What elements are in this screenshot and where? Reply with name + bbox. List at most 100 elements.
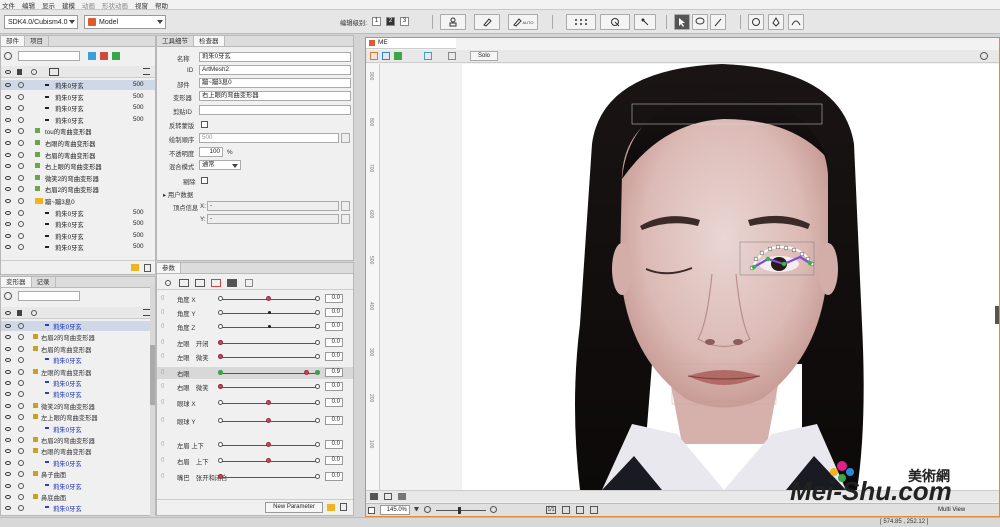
brush-tool-button[interactable] bbox=[710, 14, 726, 30]
name-field[interactable]: 莉朱0牙玄 bbox=[199, 52, 351, 62]
deformer-visibility-icon[interactable] bbox=[5, 392, 11, 397]
deformer-row-record-icon[interactable] bbox=[18, 402, 24, 409]
slider-max-key[interactable] bbox=[315, 442, 320, 447]
slider-max-key[interactable] bbox=[315, 458, 320, 463]
visibility-eye-icon[interactable] bbox=[5, 164, 11, 169]
slider-min-key[interactable] bbox=[218, 400, 223, 405]
id-field[interactable]: ArtMesh2 bbox=[199, 65, 351, 75]
slider-knob[interactable] bbox=[266, 458, 271, 463]
param-record-icon[interactable] bbox=[165, 280, 171, 286]
slider-max-key[interactable] bbox=[315, 400, 320, 405]
deformer-row-record-icon[interactable] bbox=[18, 505, 24, 512]
menu-help[interactable]: 帮助 bbox=[155, 0, 168, 10]
parts-row[interactable]: 莉朱0牙玄 500 bbox=[1, 219, 155, 229]
row-record-icon[interactable] bbox=[18, 244, 24, 251]
parameter-row[interactable]: () 右眼 微笑 0.0 bbox=[157, 381, 353, 393]
parts-row[interactable]: 右眉2的弯曲变形器 bbox=[1, 184, 155, 194]
param-trash-icon[interactable] bbox=[340, 503, 347, 511]
parameter-value[interactable]: 0.0 bbox=[325, 382, 343, 391]
menu-file[interactable]: 文件 bbox=[2, 0, 15, 10]
row-record-icon[interactable] bbox=[18, 174, 24, 181]
deformer-row[interactable]: 微笑2的弯曲变形器 bbox=[1, 401, 151, 411]
param-folder-icon[interactable] bbox=[327, 504, 335, 511]
slider-knob[interactable] bbox=[266, 400, 271, 405]
parameter-value[interactable]: 0.0 bbox=[325, 352, 343, 361]
tab-inspector[interactable]: 检查器 bbox=[194, 36, 225, 46]
parts-row[interactable]: 莉朱0牙玄 500 bbox=[1, 208, 155, 218]
sdk-select[interactable]: SDK4.0/Cubism4.0 bbox=[4, 15, 78, 29]
parts-row[interactable]: 右眼的弯曲变形器 bbox=[1, 138, 155, 148]
deformer-visibility-icon[interactable] bbox=[5, 426, 11, 431]
deformer-row[interactable]: 莉朱0牙玄 bbox=[1, 481, 151, 491]
parameter-row[interactable]: () 左眼 开闭 0.0 bbox=[157, 337, 353, 349]
parts-row[interactable]: 莉朱0牙玄 500 bbox=[1, 242, 155, 252]
slider-knob[interactable] bbox=[218, 340, 223, 345]
deformer-visibility-icon[interactable] bbox=[5, 449, 11, 454]
slider-knob[interactable] bbox=[268, 311, 271, 314]
deformer-row[interactable]: 莉朱0牙玄 bbox=[1, 389, 151, 399]
zoom-out-icon[interactable] bbox=[424, 506, 431, 513]
parts-row[interactable]: 右眉的弯曲变形器 bbox=[1, 150, 155, 160]
canvas-link-icon[interactable] bbox=[382, 52, 390, 60]
hamburger-icon[interactable] bbox=[143, 68, 150, 75]
tab-parameters[interactable]: 参数 bbox=[157, 263, 181, 273]
deformer-visibility-icon[interactable] bbox=[5, 346, 11, 351]
rotate-tool-button[interactable] bbox=[748, 14, 764, 30]
slider-min-key[interactable] bbox=[218, 442, 223, 447]
model-canvas[interactable] bbox=[462, 64, 999, 490]
parts-row[interactable]: 莉朱0牙玄 500 bbox=[1, 80, 155, 90]
blend-mode-select[interactable]: 通常 bbox=[199, 160, 241, 170]
tab-history[interactable]: 记录 bbox=[32, 277, 56, 287]
fit-icon[interactable] bbox=[562, 506, 570, 514]
tab-project[interactable]: 项目 bbox=[25, 36, 49, 46]
parts-row[interactable]: 莉朱0牙玄 500 bbox=[1, 92, 155, 102]
canvas-pen-icon[interactable] bbox=[370, 52, 378, 60]
menu-shape-animation[interactable]: 形状动画 bbox=[102, 0, 128, 10]
deformer-row[interactable]: 右眉的弯曲变形器 bbox=[1, 344, 151, 354]
vertex-y-spinner[interactable] bbox=[341, 214, 350, 224]
canvas-grid-icon[interactable] bbox=[394, 52, 402, 60]
deformer-visibility-icon[interactable] bbox=[5, 335, 11, 340]
visibility-eye-icon[interactable] bbox=[5, 245, 11, 250]
parameter-value[interactable]: 0.0 bbox=[325, 456, 343, 465]
slider-max-key[interactable] bbox=[315, 354, 320, 359]
parts-row[interactable]: 蹦~蹦3息0 bbox=[1, 196, 155, 206]
parameter-row[interactable]: () 眼球 X 0.0 bbox=[157, 397, 353, 409]
slider-min-key[interactable] bbox=[218, 324, 223, 329]
row-record-icon[interactable] bbox=[18, 82, 24, 88]
draw-order-field[interactable]: 500 bbox=[199, 133, 339, 143]
slider-knob[interactable] bbox=[266, 418, 271, 423]
deformer-visibility-icon[interactable] bbox=[5, 415, 11, 420]
param-delete-key-icon[interactable] bbox=[211, 279, 221, 287]
row-record-icon[interactable] bbox=[18, 105, 24, 112]
deformer-search-input[interactable] bbox=[18, 291, 80, 301]
deformer-visibility-icon[interactable] bbox=[5, 381, 11, 385]
camera-icon[interactable] bbox=[370, 493, 378, 500]
deformer-row-record-icon[interactable] bbox=[18, 425, 24, 432]
vertex-x-field[interactable]: - bbox=[207, 201, 339, 211]
deformer-row[interactable]: 鼻子曲面 bbox=[1, 469, 151, 479]
cull-checkbox[interactable] bbox=[201, 177, 208, 184]
slider-max-key[interactable] bbox=[315, 296, 320, 301]
draw-order-spinner[interactable] bbox=[341, 133, 350, 143]
auto-mesh-button[interactable]: AUTO bbox=[508, 14, 538, 30]
slider-knob[interactable] bbox=[266, 296, 271, 301]
deformer-row[interactable]: 右眉2的弯曲变形器 bbox=[1, 332, 151, 342]
filter-icon[interactable] bbox=[88, 52, 96, 60]
slider-max-key[interactable] bbox=[315, 310, 320, 315]
vertex-x-spinner[interactable] bbox=[341, 201, 350, 211]
row-record-icon[interactable] bbox=[18, 93, 24, 100]
deformer-row[interactable]: 莉朱0牙玄 bbox=[1, 458, 151, 468]
deformer-row-record-icon[interactable] bbox=[18, 380, 24, 386]
visibility-eye-icon[interactable] bbox=[5, 94, 11, 99]
slider-max-key[interactable] bbox=[315, 418, 320, 423]
canvas-pick-icon[interactable] bbox=[980, 52, 988, 60]
deformer-visibility-icon[interactable] bbox=[5, 438, 11, 442]
parts-search-input[interactable] bbox=[18, 51, 80, 61]
deformer-visibility-icon[interactable] bbox=[5, 369, 11, 374]
row-record-icon[interactable] bbox=[18, 209, 24, 216]
deformer-visibility-icon[interactable] bbox=[5, 495, 11, 499]
parameter-slider[interactable] bbox=[221, 387, 317, 388]
visibility-eye-icon[interactable] bbox=[5, 233, 11, 238]
tab-parts[interactable]: 部件 bbox=[1, 36, 25, 46]
